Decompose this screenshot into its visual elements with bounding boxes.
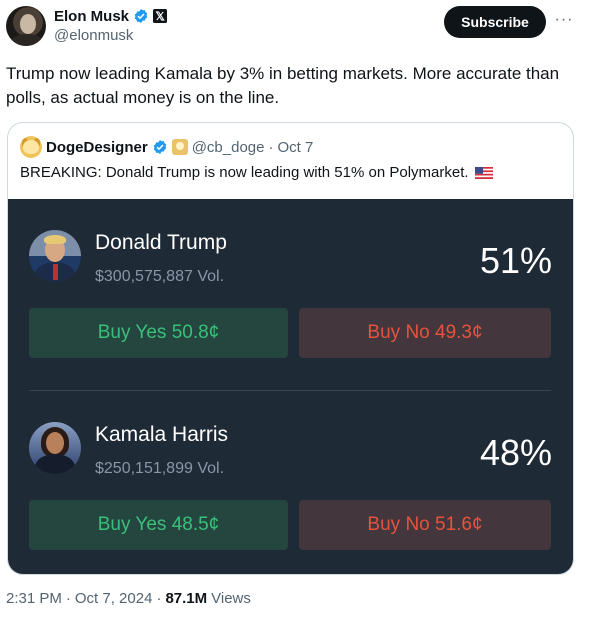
- buy-yes-button-harris[interactable]: Buy Yes 48.5¢: [29, 500, 288, 550]
- us-flag-icon: [474, 166, 493, 179]
- avatar-face: [46, 432, 64, 454]
- quote-text-row: BREAKING: Donald Trump is now leading wi…: [20, 164, 493, 181]
- tweet-header: Elon Musk @elonmusk Subscribe ···: [0, 0, 614, 60]
- harris-avatar: [29, 422, 81, 474]
- avatar-hair: [44, 235, 66, 244]
- candidate-name: Kamala Harris: [95, 423, 229, 446]
- post-time[interactable]: 2:31 PM: [6, 590, 62, 607]
- buy-no-button-harris[interactable]: Buy No 51.6¢: [299, 500, 551, 550]
- quote-text: BREAKING: Donald Trump is now leading wi…: [20, 164, 469, 181]
- quoted-tweet[interactable]: DogeDesigner @cb_doge · Oct 7 BREAKING: …: [7, 122, 574, 575]
- views-label: Views: [211, 590, 251, 607]
- tweet-text: Trump now leading Kamala by 3% in bettin…: [6, 64, 560, 107]
- avatar-face: [20, 14, 36, 34]
- candidate-name: Donald Trump: [95, 231, 227, 254]
- avatar-suit: [35, 454, 75, 474]
- verified-badge-icon: [134, 9, 148, 23]
- author-handle[interactable]: @elonmusk: [54, 27, 133, 44]
- views-count[interactable]: 87.1M: [165, 590, 207, 607]
- meta-separator: ·: [65, 590, 71, 607]
- subscribe-button[interactable]: Subscribe: [444, 6, 546, 38]
- buy-yes-button-trump[interactable]: Buy Yes 50.8¢: [29, 308, 288, 358]
- candidate-volume: $250,151,899 Vol.: [95, 460, 225, 477]
- quote-date[interactable]: Oct 7: [277, 139, 313, 156]
- meta-separator: ·: [156, 590, 162, 607]
- quote-author-avatar[interactable]: [20, 136, 42, 158]
- quote-header: DogeDesigner @cb_doge · Oct 7: [20, 136, 313, 158]
- doge-emoji-icon: [171, 139, 188, 155]
- quote-separator: ·: [268, 138, 274, 156]
- avatar-shoulders: [10, 34, 44, 46]
- candidate-volume: $300,575,887 Vol.: [95, 268, 225, 285]
- market-card-image[interactable]: Donald Trump $300,575,887 Vol. 51% Buy Y…: [8, 199, 573, 574]
- candidate-percent: 48%: [479, 432, 552, 473]
- author-avatar[interactable]: [6, 6, 46, 46]
- avatar-tie: [53, 264, 58, 280]
- more-options-icon[interactable]: ···: [554, 10, 574, 30]
- candidate-divider: [29, 390, 551, 391]
- quote-author-name[interactable]: DogeDesigner: [46, 139, 148, 156]
- candidate-percent: 51%: [479, 240, 552, 281]
- buy-no-button-trump[interactable]: Buy No 49.3¢: [299, 308, 551, 358]
- post-date[interactable]: Oct 7, 2024: [75, 590, 153, 607]
- dog-face: [23, 140, 39, 154]
- tweet-meta: 2:31 PM · Oct 7, 2024 · 87.1M Views: [6, 590, 251, 607]
- x-logo-icon: [153, 9, 168, 23]
- trump-avatar: [29, 230, 81, 282]
- quote-author-handle[interactable]: @cb_doge: [192, 139, 265, 156]
- verified-badge-icon: [153, 140, 166, 154]
- author-name[interactable]: Elon Musk: [54, 8, 129, 25]
- author-name-row: Elon Musk: [54, 6, 168, 26]
